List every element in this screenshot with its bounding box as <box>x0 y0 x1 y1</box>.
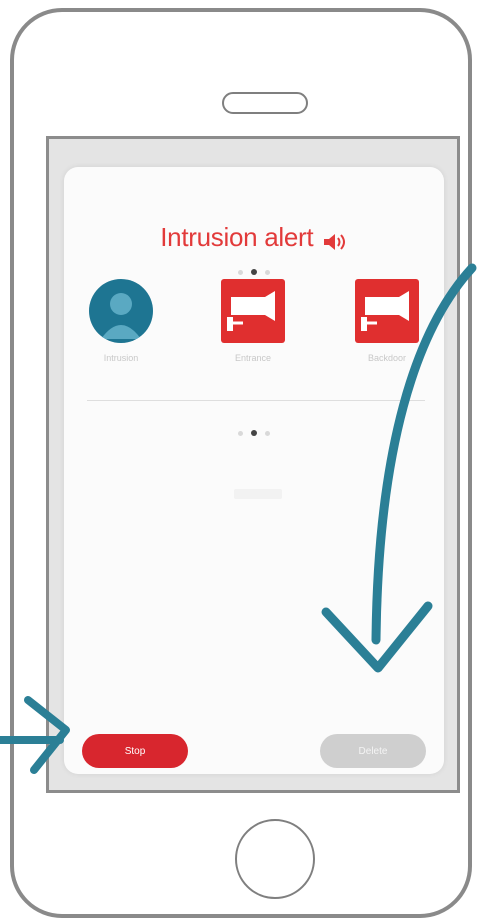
curved-arrow-icon <box>321 263 477 673</box>
annotation-overlay <box>0 263 477 774</box>
pointing-arrow-icon <box>0 696 70 774</box>
